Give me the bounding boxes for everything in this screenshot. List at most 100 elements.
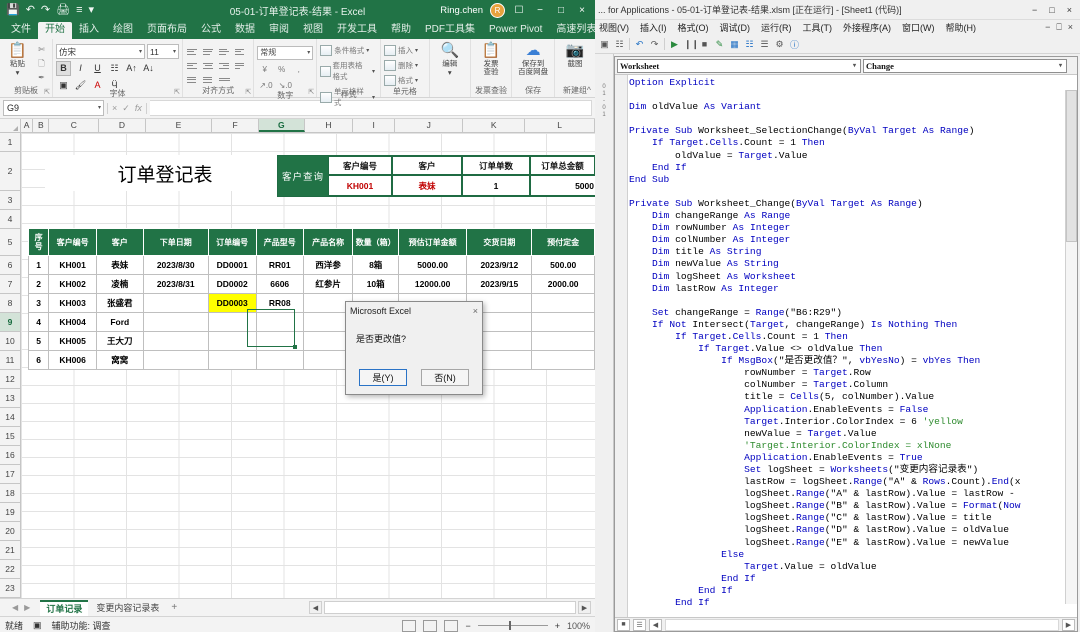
table-row[interactable]: 3 KH003 张盛君 DD0003 RR08	[27, 293, 595, 313]
first-sheet-icon[interactable]: ◀	[12, 603, 18, 612]
row-header[interactable]: 7	[0, 275, 20, 294]
chevron-down-icon[interactable]: ▾	[1059, 62, 1064, 69]
chevron-down-icon[interactable]: ▾	[415, 47, 420, 54]
chevron-down-icon[interactable]: ▾	[415, 77, 420, 84]
sheet-nav-arrows[interactable]: ◀ ▶	[4, 603, 38, 612]
row-header[interactable]: 17	[0, 465, 20, 484]
column-header-c[interactable]: C	[49, 119, 100, 132]
cell-order-no-highlighted[interactable]: DD0003	[207, 293, 257, 313]
font-dialog-launcher[interactable]: ⇱	[174, 88, 180, 96]
column-header-k[interactable]: K	[463, 119, 526, 132]
cell-customer-id[interactable]: KH001	[48, 255, 97, 275]
view-icon[interactable]: ☷	[614, 39, 625, 50]
orientation-icon[interactable]	[234, 46, 248, 57]
tab-insert[interactable]: 插入	[72, 22, 106, 39]
cell-deposit[interactable]	[531, 350, 595, 370]
table-row[interactable]: 6 KH006 窝窝	[27, 350, 595, 370]
table-row[interactable]: 5 KH005 王大刀	[27, 331, 595, 351]
menu-view[interactable]: 视图(V)	[599, 21, 629, 34]
row-header[interactable]: 20	[0, 522, 20, 541]
cell-customer-id[interactable]: KH004	[48, 312, 97, 332]
cell-order-date[interactable]	[142, 350, 209, 370]
align-right-icon[interactable]	[218, 60, 232, 71]
number-dialog-launcher[interactable]: ⇱	[308, 88, 314, 96]
cell-seq[interactable]: 6	[27, 350, 50, 370]
chevron-down-icon[interactable]: ▾	[366, 47, 371, 54]
cell-deposit[interactable]: 2000.00	[531, 274, 595, 294]
undo-icon[interactable]: ↶	[26, 4, 35, 16]
borders-icon[interactable]: ☷	[107, 61, 122, 76]
cell-customer[interactable]: 张盛君	[95, 293, 144, 313]
properties-window-icon[interactable]: ☷	[744, 39, 755, 50]
add-sheet-icon[interactable]: +	[167, 602, 181, 613]
conditional-formatting-button[interactable]: 条件格式 ▾	[320, 45, 371, 56]
row-header[interactable]: 4	[0, 210, 20, 229]
menu-help[interactable]: 帮助(H)	[946, 21, 977, 34]
cell-product-model[interactable]	[255, 350, 304, 370]
excel-icon[interactable]: ▣	[599, 39, 610, 50]
horizontal-scrollbar[interactable]: ◀ ▶	[309, 601, 595, 614]
sheet-tab-change-log[interactable]: 变更内容记录表	[90, 600, 165, 615]
cut-icon[interactable]: ✄	[34, 43, 49, 56]
increase-font-icon[interactable]: A↑	[124, 61, 139, 76]
align-left-icon[interactable]	[186, 60, 200, 71]
row-header[interactable]: 13	[0, 389, 20, 408]
cell-seq[interactable]: 3	[27, 293, 50, 313]
cell-deposit[interactable]	[531, 312, 595, 332]
cell-product-model[interactable]: RR08	[255, 293, 304, 313]
format-as-table-button[interactable]: 套用表格格式 ▾	[320, 60, 377, 82]
align-top-icon[interactable]	[186, 46, 200, 57]
insert-cells-button[interactable]: 插入 ▾	[383, 45, 420, 56]
paste-button[interactable]: 📋 粘贴 ▾	[3, 41, 32, 77]
vba-menu-bar[interactable]: 视图(V) 插入(I) 格式(O) 调试(D) 运行(R) 工具(T) 外接程序…	[595, 20, 1080, 35]
row-header[interactable]: 8	[0, 294, 20, 313]
cancel-formula-icon[interactable]: ×	[112, 103, 117, 114]
wrap-text-icon[interactable]	[234, 60, 248, 71]
design-mode-icon[interactable]: ✎	[714, 39, 725, 50]
cell-customer-id[interactable]: KH003	[48, 293, 97, 313]
restore-button[interactable]: □	[1049, 5, 1054, 15]
code-view-full-icon[interactable]: ■	[617, 618, 630, 631]
currency-icon[interactable]: ¥	[257, 63, 272, 76]
table-row[interactable]: 4 KH004 Ford	[27, 312, 595, 332]
vba-toolbar[interactable]: ▣ ☷ ↶ ↷ ▶ ❙❙ ■ ✎ ▦ ☷ ☰ ⚙ ⓘ	[595, 35, 1080, 54]
menu-tools[interactable]: 工具(T)	[803, 21, 833, 34]
stop-icon[interactable]: ■	[699, 39, 710, 49]
zoom-in-icon[interactable]: +	[555, 621, 560, 631]
font-name-combo[interactable]: 仿宋 ▾	[56, 44, 145, 59]
zoom-slider-knob[interactable]	[508, 621, 511, 630]
redo-icon[interactable]: ↷	[649, 39, 660, 50]
procedure-dropdown[interactable]: Change ▾	[863, 58, 1067, 73]
object-browser-icon[interactable]: ☰	[759, 39, 770, 50]
redo-icon[interactable]: ↷	[41, 4, 50, 16]
row-header[interactable]: 3	[0, 191, 20, 210]
cell-seq[interactable]: 5	[27, 331, 50, 351]
normal-view-icon[interactable]	[402, 619, 417, 632]
recording-macro-icon[interactable]: ▣	[33, 620, 42, 631]
print-icon[interactable]: 🖨	[56, 4, 70, 16]
cell-product-name[interactable]: 西洋参	[302, 255, 354, 275]
close-icon[interactable]: ×	[473, 306, 478, 316]
invoice-check-button[interactable]: 📋 发票 查验	[474, 41, 508, 76]
chevron-down-icon[interactable]: ▾	[98, 102, 103, 115]
cell-order-date[interactable]: 2023/8/31	[142, 274, 209, 294]
save-to-baidu-button[interactable]: ☁ 保存到 百度网盘	[516, 41, 550, 76]
column-header-b[interactable]: B	[33, 119, 50, 132]
collapse-ribbon-icon[interactable]: ^	[587, 85, 591, 95]
row-header[interactable]: 23	[0, 579, 20, 598]
column-header-l[interactable]: L	[525, 119, 595, 132]
decrease-indent-icon[interactable]	[186, 74, 200, 85]
message-dialog[interactable]: Microsoft Excel × 是否更改值? 是(Y) 否(N)	[345, 301, 483, 395]
accessibility-label[interactable]: 辅助功能: 调查	[52, 619, 111, 632]
ribbon-tabs[interactable]: 文件 开始 插入 绘图 页面布局 公式 数据 审阅 视图 开发工具 帮助 PDF…	[0, 20, 595, 39]
row-header[interactable]: 18	[0, 484, 20, 503]
cell-order-date[interactable]: 2023/8/30	[142, 255, 209, 275]
scrollbar-thumb[interactable]	[1066, 90, 1077, 242]
cell-customer-id[interactable]: KH002	[48, 274, 97, 294]
merge-cells-icon[interactable]	[218, 74, 232, 85]
alignment-dialog-launcher[interactable]: ⇱	[245, 88, 251, 96]
copy-icon[interactable]: 🗋	[34, 57, 49, 70]
cell-order-no[interactable]: DD0001	[207, 255, 257, 275]
cell-seq[interactable]: 2	[27, 274, 50, 294]
cell-deposit[interactable]	[531, 331, 595, 351]
